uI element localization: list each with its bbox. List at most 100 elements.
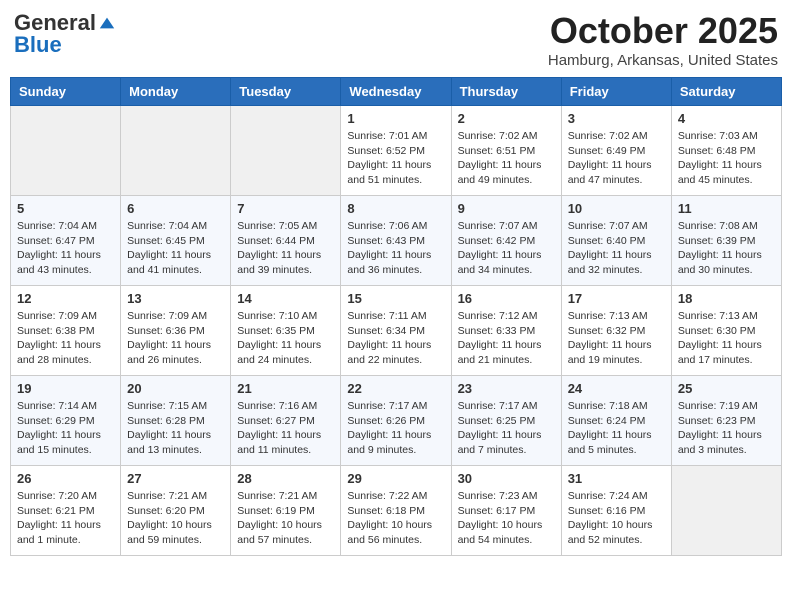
page-header: General Blue October 2025 Hamburg, Arkan… xyxy=(10,10,782,69)
location: Hamburg, Arkansas, United States xyxy=(548,52,778,69)
table-row xyxy=(671,466,781,556)
day-number: 8 xyxy=(347,201,444,216)
day-number: 5 xyxy=(17,201,114,216)
header-friday: Friday xyxy=(561,78,671,106)
logo-blue-text: Blue xyxy=(14,32,62,58)
table-row xyxy=(231,106,341,196)
day-info: Sunrise: 7:15 AMSunset: 6:28 PMDaylight:… xyxy=(127,399,224,458)
day-info: Sunrise: 7:01 AMSunset: 6:52 PMDaylight:… xyxy=(347,129,444,188)
day-info: Sunrise: 7:02 AMSunset: 6:51 PMDaylight:… xyxy=(458,129,555,188)
header-tuesday: Tuesday xyxy=(231,78,341,106)
table-row: 6 Sunrise: 7:04 AMSunset: 6:45 PMDaylight… xyxy=(121,196,231,286)
day-number: 31 xyxy=(568,471,665,486)
day-number: 22 xyxy=(347,381,444,396)
day-info: Sunrise: 7:23 AMSunset: 6:17 PMDaylight:… xyxy=(458,489,555,548)
day-number: 13 xyxy=(127,291,224,306)
day-number: 29 xyxy=(347,471,444,486)
day-number: 7 xyxy=(237,201,334,216)
day-info: Sunrise: 7:06 AMSunset: 6:43 PMDaylight:… xyxy=(347,219,444,278)
day-number: 20 xyxy=(127,381,224,396)
day-number: 1 xyxy=(347,111,444,126)
table-row: 8 Sunrise: 7:06 AMSunset: 6:43 PMDaylight… xyxy=(341,196,451,286)
day-info: Sunrise: 7:08 AMSunset: 6:39 PMDaylight:… xyxy=(678,219,775,278)
table-row: 14Sunrise: 7:10 AMSunset: 6:35 PMDayligh… xyxy=(231,286,341,376)
day-info: Sunrise: 7:19 AMSunset: 6:23 PMDaylight:… xyxy=(678,399,775,458)
day-info: Sunrise: 7:11 AMSunset: 6:34 PMDaylight:… xyxy=(347,309,444,368)
day-number: 26 xyxy=(17,471,114,486)
table-row: 31 Sunrise: 7:24 AMSunset: 6:16 PMDayligh… xyxy=(561,466,671,556)
day-info: Sunrise: 7:09 AMSunset: 6:38 PMDaylight:… xyxy=(17,309,114,368)
table-row: 13 Sunrise: 7:09 AMSunset: 6:36 PMDayligh… xyxy=(121,286,231,376)
day-number: 4 xyxy=(678,111,775,126)
table-row: 23 Sunrise: 7:17 AMSunset: 6:25 PMDayligh… xyxy=(451,376,561,466)
day-info: Sunrise: 7:12 AMSunset: 6:33 PMDaylight:… xyxy=(458,309,555,368)
day-number: 15 xyxy=(347,291,444,306)
day-number: 21 xyxy=(237,381,334,396)
day-number: 2 xyxy=(458,111,555,126)
table-row: 26 Sunrise: 7:20 AMSunset: 6:21 PMDayligh… xyxy=(11,466,121,556)
day-number: 14 xyxy=(237,291,334,306)
day-number: 9 xyxy=(458,201,555,216)
table-row: 9 Sunrise: 7:07 AMSunset: 6:42 PMDaylight… xyxy=(451,196,561,286)
table-row: 15 Sunrise: 7:11 AMSunset: 6:34 PMDayligh… xyxy=(341,286,451,376)
table-row: 21 Sunrise: 7:16 AMSunset: 6:27 PMDayligh… xyxy=(231,376,341,466)
day-info: Sunrise: 7:04 AMSunset: 6:45 PMDaylight:… xyxy=(127,219,224,278)
table-row: 4 Sunrise: 7:03 AMSunset: 6:48 PMDaylight… xyxy=(671,106,781,196)
table-row: 5Sunrise: 7:04 AMSunset: 6:47 PMDaylight… xyxy=(11,196,121,286)
day-info: Sunrise: 7:18 AMSunset: 6:24 PMDaylight:… xyxy=(568,399,665,458)
day-number: 27 xyxy=(127,471,224,486)
day-info: Sunrise: 7:16 AMSunset: 6:27 PMDaylight:… xyxy=(237,399,334,458)
logo-icon xyxy=(98,14,116,32)
table-row: 20 Sunrise: 7:15 AMSunset: 6:28 PMDayligh… xyxy=(121,376,231,466)
table-row: 11 Sunrise: 7:08 AMSunset: 6:39 PMDayligh… xyxy=(671,196,781,286)
table-row: 12 Sunrise: 7:09 AMSunset: 6:38 PMDayligh… xyxy=(11,286,121,376)
table-row: 30 Sunrise: 7:23 AMSunset: 6:17 PMDayligh… xyxy=(451,466,561,556)
table-row: 10 Sunrise: 7:07 AMSunset: 6:40 PMDayligh… xyxy=(561,196,671,286)
header-thursday: Thursday xyxy=(451,78,561,106)
table-row: 27Sunrise: 7:21 AMSunset: 6:20 PMDayligh… xyxy=(121,466,231,556)
day-info: Sunrise: 7:20 AMSunset: 6:21 PMDaylight:… xyxy=(17,489,114,548)
day-info: Sunrise: 7:07 AMSunset: 6:42 PMDaylight:… xyxy=(458,219,555,278)
table-row: 19 Sunrise: 7:14 AMSunset: 6:29 PMDayligh… xyxy=(11,376,121,466)
day-info: Sunrise: 7:13 AMSunset: 6:32 PMDaylight:… xyxy=(568,309,665,368)
table-row: 17Sunrise: 7:13 AMSunset: 6:32 PMDayligh… xyxy=(561,286,671,376)
table-row: 2 Sunrise: 7:02 AMSunset: 6:51 PMDaylight… xyxy=(451,106,561,196)
day-number: 25 xyxy=(678,381,775,396)
day-number: 16 xyxy=(458,291,555,306)
table-row xyxy=(11,106,121,196)
table-row xyxy=(121,106,231,196)
day-number: 23 xyxy=(458,381,555,396)
day-info: Sunrise: 7:09 AMSunset: 6:36 PMDaylight:… xyxy=(127,309,224,368)
day-number: 18 xyxy=(678,291,775,306)
table-row: 29Sunrise: 7:22 AMSunset: 6:18 PMDayligh… xyxy=(341,466,451,556)
header-wednesday: Wednesday xyxy=(341,78,451,106)
table-row: 3Sunrise: 7:02 AMSunset: 6:49 PMDaylight… xyxy=(561,106,671,196)
header-monday: Monday xyxy=(121,78,231,106)
day-number: 30 xyxy=(458,471,555,486)
day-number: 24 xyxy=(568,381,665,396)
month-title: October 2025 xyxy=(548,10,778,52)
day-number: 19 xyxy=(17,381,114,396)
day-info: Sunrise: 7:07 AMSunset: 6:40 PMDaylight:… xyxy=(568,219,665,278)
table-row: 16 Sunrise: 7:12 AMSunset: 6:33 PMDayligh… xyxy=(451,286,561,376)
day-info: Sunrise: 7:24 AMSunset: 6:16 PMDaylight:… xyxy=(568,489,665,548)
day-info: Sunrise: 7:17 AMSunset: 6:25 PMDaylight:… xyxy=(458,399,555,458)
title-area: October 2025 Hamburg, Arkansas, United S… xyxy=(548,10,778,69)
calendar-table: Sunday Monday Tuesday Wednesday Thursday… xyxy=(10,77,782,556)
header-saturday: Saturday xyxy=(671,78,781,106)
day-info: Sunrise: 7:17 AMSunset: 6:26 PMDaylight:… xyxy=(347,399,444,458)
day-info: Sunrise: 7:05 AMSunset: 6:44 PMDaylight:… xyxy=(237,219,334,278)
table-row: 25 Sunrise: 7:19 AMSunset: 6:23 PMDayligh… xyxy=(671,376,781,466)
day-number: 12 xyxy=(17,291,114,306)
day-info: Sunrise: 7:14 AMSunset: 6:29 PMDaylight:… xyxy=(17,399,114,458)
header-sunday: Sunday xyxy=(11,78,121,106)
table-row: 7 Sunrise: 7:05 AMSunset: 6:44 PMDaylight… xyxy=(231,196,341,286)
day-number: 10 xyxy=(568,201,665,216)
calendar-header-row: Sunday Monday Tuesday Wednesday Thursday… xyxy=(11,78,782,106)
day-info: Sunrise: 7:02 AMSunset: 6:49 PMDaylight:… xyxy=(568,129,665,188)
day-number: 6 xyxy=(127,201,224,216)
day-info: Sunrise: 7:03 AMSunset: 6:48 PMDaylight:… xyxy=(678,129,775,188)
table-row: 18 Sunrise: 7:13 AMSunset: 6:30 PMDayligh… xyxy=(671,286,781,376)
day-number: 11 xyxy=(678,201,775,216)
day-info: Sunrise: 7:13 AMSunset: 6:30 PMDaylight:… xyxy=(678,309,775,368)
